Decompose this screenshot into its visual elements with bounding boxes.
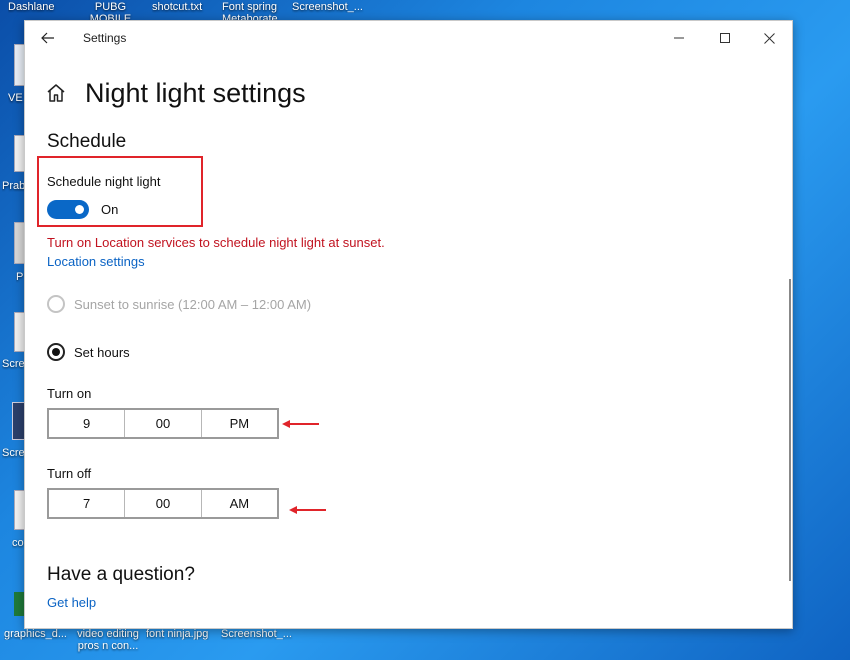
desktop-icon-screenshot-top[interactable]: Screenshot_... [292,1,364,13]
annotation-arrow-icon [289,506,326,514]
sunset-radio-label: Sunset to sunrise (12:00 AM – 12:00 AM) [74,296,312,312]
desktop-top-icons: Dashlane PUBG MOBILE shotcut.txt Font sp… [0,0,850,22]
toggle-knob [75,205,84,214]
annotation-arrow-icon [282,420,319,428]
location-warning-text: Turn on Location services to schedule ni… [47,235,385,250]
title-bar[interactable]: Settings [25,21,792,55]
turn-off-label: Turn off [47,466,92,481]
desktop-icon-video-editing[interactable]: video editing pros n con... [74,628,142,654]
desktop-icon-label[interactable]: Prab [2,180,24,192]
turn-on-hour[interactable]: 9 [49,410,126,437]
set-hours-radio[interactable] [47,343,65,361]
set-hours-radio-label: Set hours [74,344,130,360]
turn-on-time-picker[interactable]: 9 00 PM [47,408,279,439]
turn-on-minute[interactable]: 00 [125,410,202,437]
set-hours-option[interactable]: Set hours [47,343,130,361]
get-help-link[interactable]: Get help [47,595,96,610]
sunset-to-sunrise-option[interactable]: Sunset to sunrise (12:00 AM – 12:00 AM) [47,295,311,313]
toggle-state-text: On [101,202,119,217]
page-header: Night light settings [45,73,306,113]
desktop-icon-fontspring[interactable]: Font spring Metaborate [222,1,288,21]
desktop-icon-label[interactable]: Scre [2,447,24,459]
help-section-title: Have a question? [47,564,195,585]
turn-on-label: Turn on [47,386,92,401]
schedule-toggle-label: Schedule night light [47,174,161,189]
turn-off-minute[interactable]: 00 [125,490,202,517]
desktop-icon-shotcut[interactable]: shotcut.txt [152,1,214,13]
desktop-bottom-icons: graphics_d... video editing pros n con..… [0,626,850,660]
maximize-icon [720,33,730,43]
back-button[interactable] [35,27,61,49]
schedule-section-title: Schedule [47,131,127,152]
scrollbar[interactable] [789,279,791,581]
desktop-icon-pubg[interactable]: PUBG MOBILE [88,1,133,21]
home-icon[interactable] [45,82,67,104]
minimize-button[interactable] [656,21,702,55]
close-icon [763,32,775,44]
location-settings-link[interactable]: Location settings [47,254,145,269]
maximize-button[interactable] [702,21,748,55]
arrow-left-icon [41,32,54,44]
desktop-icon-label[interactable]: VE [8,92,24,104]
sunset-radio[interactable] [47,295,65,313]
desktop-icon-screenshot-bottom[interactable]: Screenshot_... [221,628,293,640]
app-title: Settings [83,31,127,45]
desktop-icon-label[interactable]: P [16,271,24,283]
turn-on-period[interactable]: PM [202,410,277,437]
desktop-icon-dashlane[interactable]: Dashlane [8,1,68,13]
schedule-night-light-toggle[interactable] [47,200,89,219]
settings-window: Settings Night light settings Schedule S… [24,20,793,629]
turn-off-hour[interactable]: 7 [49,490,126,517]
turn-off-time-picker[interactable]: 7 00 AM [47,488,279,519]
desktop-icon-label[interactable]: Scre [2,358,24,370]
minimize-icon [674,37,684,39]
desktop-icon-font-ninja[interactable]: font ninja.jpg [146,628,218,640]
close-button[interactable] [746,21,792,55]
page-title: Night light settings [85,77,306,108]
desktop-icon-label[interactable]: co [12,537,24,549]
turn-off-period[interactable]: AM [202,490,277,517]
desktop-icon-graphics[interactable]: graphics_d... [4,628,70,640]
